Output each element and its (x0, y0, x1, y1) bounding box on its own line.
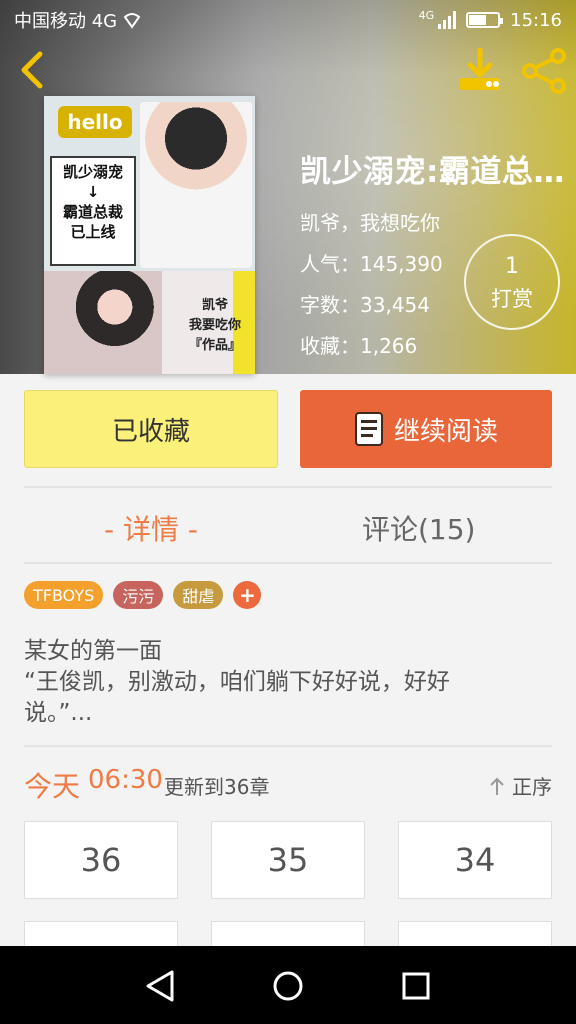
sort-order-toggle[interactable]: 正序 (488, 771, 552, 800)
book-synopsis[interactable]: 某女的第一面 “王俊凯，别激动，咱们躺下好好说，好好 说。”... (24, 636, 552, 729)
continue-reading-label: 继续阅读 (393, 416, 498, 447)
tag-chip[interactable]: 污污 (113, 581, 164, 609)
tag-chip[interactable]: 甜虐 (173, 581, 224, 609)
share-icon[interactable] (520, 48, 568, 94)
arrow-up-icon (490, 777, 504, 795)
cover-note-line: 我要吃你 (188, 318, 241, 333)
wifi-icon (123, 13, 141, 29)
carrier-label: 中国移动 4G (14, 11, 118, 32)
divider (24, 745, 552, 747)
tip-label: 打赏 (491, 287, 533, 311)
back-icon[interactable] (14, 50, 54, 90)
update-day: 今天 (24, 770, 81, 803)
divider (24, 562, 552, 564)
favorites-stat: 收藏：1,266 (300, 334, 418, 358)
collected-label: 已收藏 (111, 416, 190, 447)
tip-button[interactable]: 1 打赏 (464, 234, 560, 330)
cover-note-line: 凯爷 (201, 298, 228, 313)
nav-back-icon[interactable] (140, 966, 180, 1006)
detail-tabs: - 详情 - 评论(15) (0, 488, 576, 562)
synopsis-line: “王俊凯，别激动，咱们躺下好好说，好好 (24, 669, 450, 695)
clock: 15:16 (510, 9, 562, 31)
collected-button[interactable]: 已收藏 (24, 390, 278, 468)
download-icon[interactable] (456, 48, 504, 94)
update-time: 06:30 (88, 765, 163, 795)
cover-arrow: ↓ (86, 183, 100, 201)
nav-home-icon[interactable] (268, 966, 308, 1006)
net-label: 4G (418, 8, 435, 22)
book-title: 凯少溺宠:霸道总... (300, 154, 570, 190)
system-nav-bar (0, 946, 576, 1024)
tip-count: 1 (505, 254, 519, 279)
cover-line: 霸道总裁 (62, 203, 123, 221)
book-author[interactable]: 凯爷，我想吃你 (300, 207, 570, 236)
synopsis-line: 说。”... (24, 700, 93, 726)
cover-title-box: 凯少溺宠 ↓ 霸道总裁 已上线 (50, 156, 136, 266)
update-row: 今天 06:30 更新到36章 正序 (24, 765, 552, 805)
sort-order-label: 正序 (512, 775, 552, 799)
add-tag-button[interactable]: + (233, 581, 262, 609)
doc-icon (354, 411, 384, 447)
chapter-button[interactable]: 34 (398, 821, 552, 899)
tag-chip[interactable]: TFBOYS (24, 581, 104, 609)
top-bar (0, 46, 576, 96)
cover-note: 凯爷 我要吃你 『作品』 (178, 296, 252, 366)
cover-line: 凯少溺宠 (62, 163, 123, 181)
cover-note-line: 『作品』 (188, 338, 241, 353)
status-bar: 中国移动 4G 4G 15:16 (0, 0, 576, 40)
chapter-button[interactable]: 35 (211, 821, 365, 899)
cover-photo-boy (140, 102, 252, 268)
update-text: 更新到36章 (164, 775, 270, 799)
continue-reading-button[interactable]: 继续阅读 (300, 390, 552, 468)
cover-hello-sign: hello (58, 106, 132, 138)
book-cover[interactable]: hello 凯少溺宠 ↓ 霸道总裁 已上线 凯爷 我要吃你 『作品』 (44, 96, 255, 374)
tab-comments[interactable]: 评论(15) (362, 508, 475, 548)
tab-details[interactable]: - 详情 - (104, 508, 198, 548)
chapter-button[interactable]: 36 (24, 821, 178, 899)
synopsis-line: 某女的第一面 (24, 638, 162, 664)
nav-recent-icon[interactable] (396, 966, 436, 1006)
signal-icon (438, 11, 457, 29)
cover-photo-girl (44, 271, 162, 374)
tag-list: TFBOYS 污污 甜虐 + (24, 581, 262, 609)
cover-line: 已上线 (70, 223, 116, 241)
battery-icon (466, 12, 504, 28)
